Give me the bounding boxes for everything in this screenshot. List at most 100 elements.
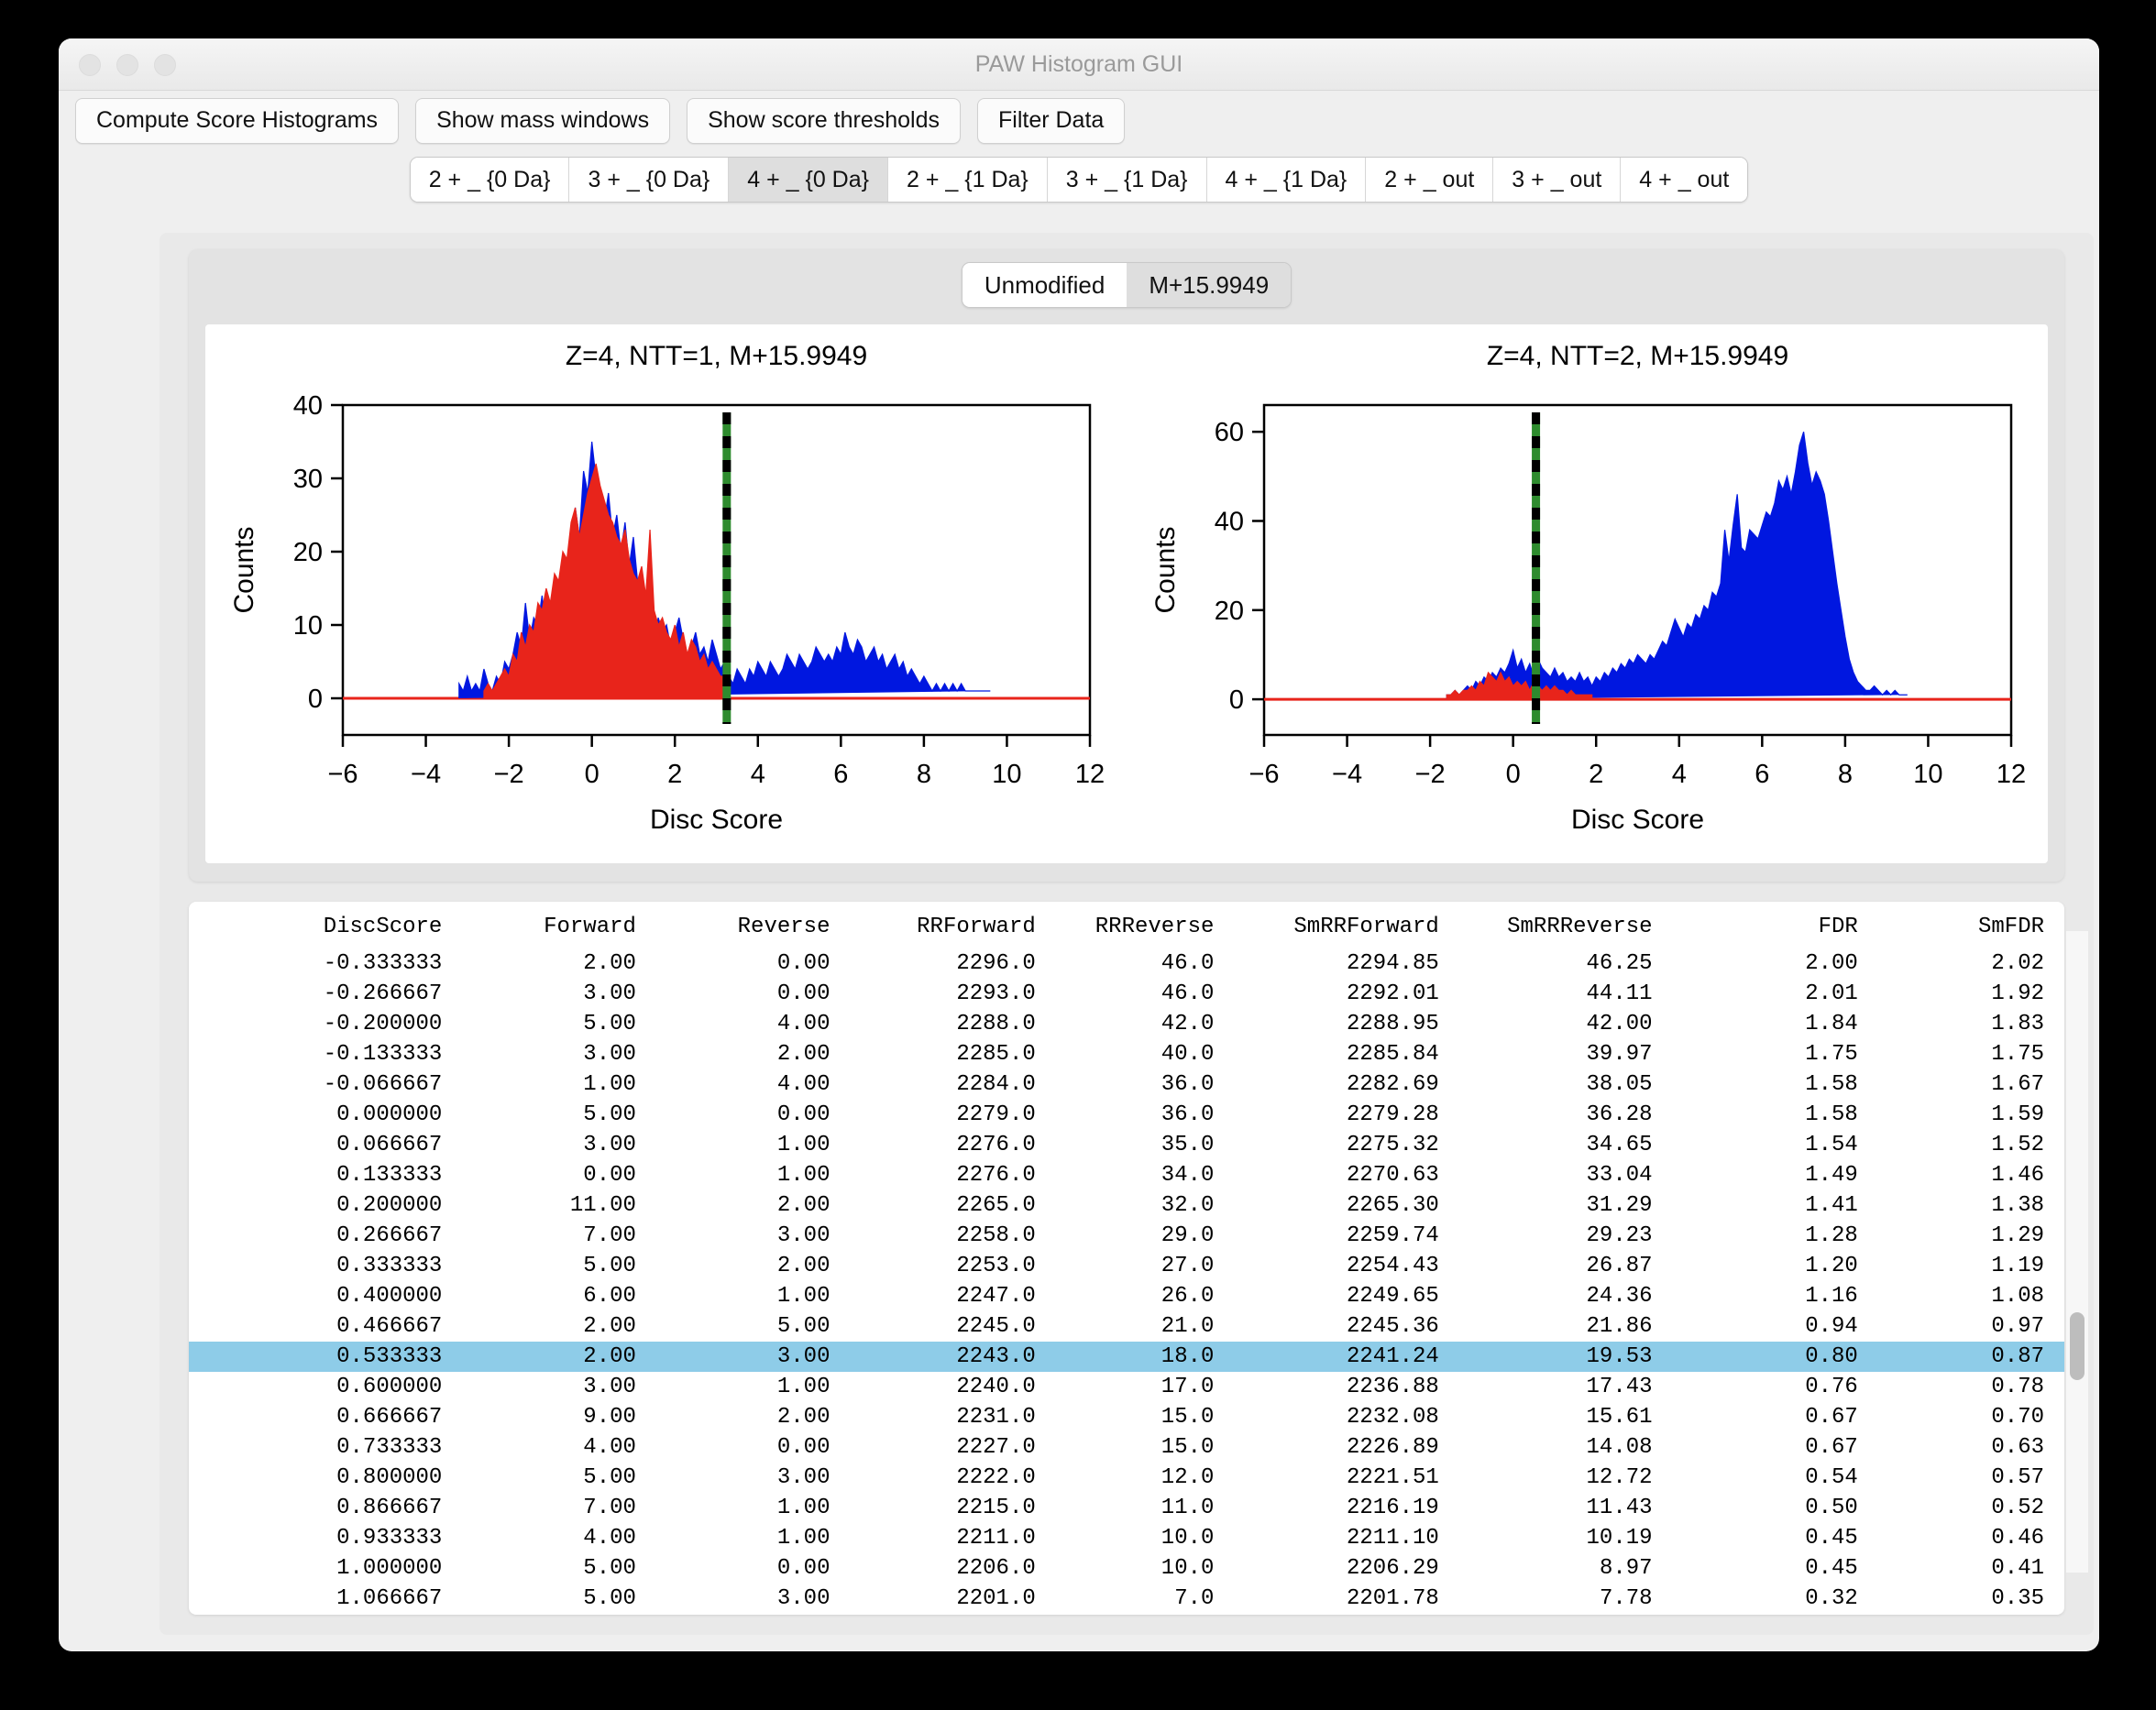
plot-area: Z=4, NTT=1, M+15.9949−6−4−20246810120102… bbox=[205, 324, 2048, 863]
cell-smrrforward: 2232.08 bbox=[1234, 1402, 1458, 1432]
cell-smfdr: 0.70 bbox=[1878, 1402, 2064, 1432]
table-row[interactable]: 0.1333330.001.002276.034.02270.6333.041.… bbox=[189, 1160, 2064, 1190]
column-header-reverse[interactable]: Reverse bbox=[656, 902, 851, 948]
cell-discscore: 0.666667 bbox=[189, 1402, 462, 1432]
cell-discscore: 0.466667 bbox=[189, 1311, 462, 1342]
tab-4[interactable]: 3 + _ {1 Da} bbox=[1048, 158, 1207, 202]
tab-3[interactable]: 2 + _ {1 Da} bbox=[888, 158, 1048, 202]
cell-rrforward: 2288.0 bbox=[850, 1009, 1055, 1039]
cell-smrrforward: 2249.65 bbox=[1234, 1281, 1458, 1311]
toolbar-button-3[interactable]: Filter Data bbox=[977, 98, 1125, 144]
cell-reverse: 2.00 bbox=[656, 1251, 851, 1281]
tab-2[interactable]: 4 + _ {0 Da} bbox=[729, 158, 888, 202]
cell-fdr: 0.32 bbox=[1673, 1584, 1878, 1614]
column-header-smrrforward[interactable]: SmRRForward bbox=[1234, 902, 1458, 948]
table-scrollbar-track[interactable] bbox=[2065, 931, 2088, 1573]
table-row[interactable]: 0.8666677.001.002215.011.02216.1911.430.… bbox=[189, 1493, 2064, 1523]
cell-forward: 7.00 bbox=[462, 1221, 656, 1251]
cell-smfdr: 0.78 bbox=[1878, 1372, 2064, 1402]
cell-discscore: 0.400000 bbox=[189, 1281, 462, 1311]
x-tick-label: 12 bbox=[1075, 760, 1105, 789]
x-tick-label: 10 bbox=[992, 760, 1021, 789]
column-header-fdr[interactable]: FDR bbox=[1673, 902, 1878, 948]
table-row[interactable]: 1.1333335.000.002196.07.02197.546.660.32… bbox=[189, 1614, 2064, 1615]
cell-forward: 1.00 bbox=[462, 1069, 656, 1100]
cell-fdr: 1.28 bbox=[1673, 1221, 1878, 1251]
cell-smrrforward: 2288.95 bbox=[1234, 1009, 1458, 1039]
table-row[interactable]: 0.2666677.003.002258.029.02259.7429.231.… bbox=[189, 1221, 2064, 1251]
table-row[interactable]: 0.0666673.001.002276.035.02275.3234.651.… bbox=[189, 1130, 2064, 1160]
cell-smrrreverse: 21.86 bbox=[1459, 1311, 1673, 1342]
fdr-table-card[interactable]: DiscScoreForwardReverseRRForwardRRRevers… bbox=[189, 902, 2064, 1615]
toolbar-button-0[interactable]: Compute Score Histograms bbox=[75, 98, 399, 144]
table-row[interactable]: 0.7333334.000.002227.015.02226.8914.080.… bbox=[189, 1432, 2064, 1463]
column-header-rrreverse[interactable]: RRReverse bbox=[1056, 902, 1235, 948]
tab-7[interactable]: 3 + _ out bbox=[1493, 158, 1621, 202]
table-row[interactable]: 0.20000011.002.002265.032.02265.3031.291… bbox=[189, 1190, 2064, 1221]
cell-forward: 2.00 bbox=[462, 1342, 656, 1372]
table-row[interactable]: 0.0000005.000.002279.036.02279.2836.281.… bbox=[189, 1100, 2064, 1130]
cell-smrrreverse: 26.87 bbox=[1459, 1251, 1673, 1281]
cell-rrforward: 2206.0 bbox=[850, 1553, 1055, 1584]
tab-1[interactable]: 3 + _ {0 Da} bbox=[569, 158, 729, 202]
table-row[interactable]: 0.9333334.001.002211.010.02211.1010.190.… bbox=[189, 1523, 2064, 1553]
cell-smrrreverse: 11.43 bbox=[1459, 1493, 1673, 1523]
table-row[interactable]: 0.5333332.003.002243.018.02241.2419.530.… bbox=[189, 1342, 2064, 1372]
cell-smfdr: 1.46 bbox=[1878, 1160, 2064, 1190]
cell-fdr: 0.67 bbox=[1673, 1432, 1878, 1463]
cell-smrrforward: 2259.74 bbox=[1234, 1221, 1458, 1251]
column-header-discscore[interactable]: DiscScore bbox=[189, 902, 462, 948]
toolbar-button-1[interactable]: Show mass windows bbox=[415, 98, 670, 144]
column-header-forward[interactable]: Forward bbox=[462, 902, 656, 948]
y-tick-label: 0 bbox=[308, 685, 323, 714]
cell-discscore: -0.266667 bbox=[189, 979, 462, 1009]
cell-forward: 3.00 bbox=[462, 1130, 656, 1160]
cell-rrreverse: 36.0 bbox=[1056, 1100, 1235, 1130]
cell-fdr: 1.58 bbox=[1673, 1069, 1878, 1100]
table-row[interactable]: 0.8000005.003.002222.012.02221.5112.720.… bbox=[189, 1463, 2064, 1493]
cell-fdr: 1.20 bbox=[1673, 1251, 1878, 1281]
table-scrollbar-thumb[interactable] bbox=[2070, 1312, 2084, 1380]
column-header-rrforward[interactable]: RRForward bbox=[850, 902, 1055, 948]
table-row[interactable]: 0.6666679.002.002231.015.02232.0815.610.… bbox=[189, 1402, 2064, 1432]
cell-smrrforward: 2226.89 bbox=[1234, 1432, 1458, 1463]
column-header-smrrreverse[interactable]: SmRRReverse bbox=[1459, 902, 1673, 948]
cell-forward: 5.00 bbox=[462, 1100, 656, 1130]
cell-smrrforward: 2216.19 bbox=[1234, 1493, 1458, 1523]
table-row[interactable]: 1.0000005.000.002206.010.02206.298.970.4… bbox=[189, 1553, 2064, 1584]
chart-title: Z=4, NTT=2, M+15.9949 bbox=[1487, 341, 1788, 371]
table-row[interactable]: 0.4000006.001.002247.026.02249.6524.361.… bbox=[189, 1281, 2064, 1311]
table-row[interactable]: -0.3333332.000.002296.046.02294.8546.252… bbox=[189, 948, 2064, 979]
table-row[interactable]: 0.3333335.002.002253.027.02254.4326.871.… bbox=[189, 1251, 2064, 1281]
tab-5[interactable]: 4 + _ {1 Da} bbox=[1207, 158, 1367, 202]
table-row[interactable]: -0.1333333.002.002285.040.02285.8439.971… bbox=[189, 1039, 2064, 1069]
y-tick-label: 20 bbox=[293, 538, 323, 567]
cell-reverse: 5.00 bbox=[656, 1311, 851, 1342]
cell-rrforward: 2240.0 bbox=[850, 1372, 1055, 1402]
subtab-1[interactable]: M+15.9949 bbox=[1127, 263, 1291, 307]
table-row[interactable]: 0.4666672.005.002245.021.02245.3621.860.… bbox=[189, 1311, 2064, 1342]
cell-forward: 0.00 bbox=[462, 1160, 656, 1190]
tab-6[interactable]: 2 + _ out bbox=[1366, 158, 1493, 202]
x-tick-label: 8 bbox=[1838, 760, 1853, 789]
table-row[interactable]: -0.2000005.004.002288.042.02288.9542.001… bbox=[189, 1009, 2064, 1039]
table-row[interactable]: -0.0666671.004.002284.036.02282.6938.051… bbox=[189, 1069, 2064, 1100]
tab-8[interactable]: 4 + _ out bbox=[1621, 158, 1747, 202]
cell-reverse: 1.00 bbox=[656, 1493, 851, 1523]
cell-rrforward: 2265.0 bbox=[850, 1190, 1055, 1221]
cell-rrreverse: 46.0 bbox=[1056, 948, 1235, 979]
toolbar-button-2[interactable]: Show score thresholds bbox=[687, 98, 961, 144]
x-tick-label: −2 bbox=[494, 760, 524, 789]
table-row[interactable]: 1.0666675.003.002201.07.02201.787.780.32… bbox=[189, 1584, 2064, 1614]
cell-smrrreverse: 29.23 bbox=[1459, 1221, 1673, 1251]
x-tick-label: 2 bbox=[667, 760, 682, 789]
table-row[interactable]: -0.2666673.000.002293.046.02292.0144.112… bbox=[189, 979, 2064, 1009]
cell-forward: 5.00 bbox=[462, 1614, 656, 1615]
table-row[interactable]: 0.6000003.001.002240.017.02236.8817.430.… bbox=[189, 1372, 2064, 1402]
subtab-0[interactable]: Unmodified bbox=[962, 263, 1128, 307]
cell-smrrforward: 2206.29 bbox=[1234, 1553, 1458, 1584]
tab-0[interactable]: 2 + _ {0 Da} bbox=[411, 158, 570, 202]
column-header-smfdr[interactable]: SmFDR bbox=[1878, 902, 2064, 948]
cell-rrreverse: 27.0 bbox=[1056, 1251, 1235, 1281]
x-tick-label: 2 bbox=[1589, 760, 1603, 789]
